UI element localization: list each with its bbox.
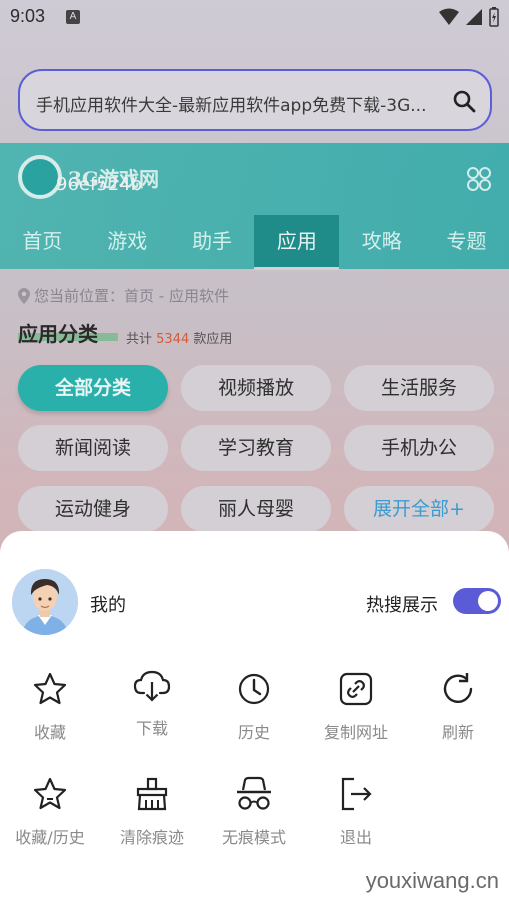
- menu-clear-traces[interactable]: 清除痕迹: [102, 776, 202, 848]
- count-number: 5344: [156, 332, 190, 347]
- chip-mother-baby[interactable]: 丽人母婴: [181, 486, 331, 532]
- avatar-illustration: [12, 569, 78, 635]
- nav-tab-topics[interactable]: 专题: [424, 215, 509, 270]
- grid-menu-icon[interactable]: [465, 165, 493, 193]
- location-pin-icon: [18, 287, 30, 304]
- count-suffix: 款应用: [193, 332, 233, 347]
- chip-office[interactable]: 手机办公: [344, 425, 494, 471]
- menu-label: 收藏: [33, 723, 66, 742]
- menu-label: 退出: [339, 828, 372, 847]
- menu-favorites-history[interactable]: 收藏/历史: [0, 776, 100, 848]
- nav-tab-games[interactable]: 游戏: [85, 215, 170, 270]
- menu-label: 刷新: [441, 723, 474, 742]
- hot-search-toggle[interactable]: [453, 588, 501, 614]
- nav-tab-guides[interactable]: 攻略: [339, 215, 424, 270]
- overlay-id-text: 96ef524b: [56, 174, 143, 195]
- menu-exit[interactable]: 退出: [306, 776, 406, 848]
- star-icon: [33, 672, 67, 705]
- category-count: 共计 5344 款应用: [126, 328, 232, 347]
- menu-label: 历史: [237, 723, 270, 742]
- status-bar: 9:03 A: [0, 0, 509, 36]
- menu-label: 复制网址: [323, 723, 388, 742]
- menu-incognito[interactable]: 无痕模式: [204, 776, 304, 848]
- chip-life-service[interactable]: 生活服务: [344, 365, 494, 411]
- breadcrumb: 您当前位置：首页 - 应用软件: [18, 285, 229, 306]
- category-title: 应用分类: [18, 322, 98, 346]
- nav-tab-apps[interactable]: 应用: [254, 215, 340, 270]
- nav-tab-helper[interactable]: 助手: [170, 215, 255, 270]
- url-text: 手机应用软件大全-最新应用软件app免费下载-3G...: [36, 96, 427, 116]
- chip-education[interactable]: 学习教育: [181, 425, 331, 471]
- refresh-icon: [443, 673, 473, 703]
- battery-icon: [489, 7, 499, 27]
- count-prefix: 共计: [126, 332, 153, 347]
- chip-news[interactable]: 新闻阅读: [18, 425, 168, 471]
- notification-a-icon: A: [66, 10, 80, 24]
- site-nav: 首页 游戏 助手 应用 攻略 专题: [0, 215, 509, 270]
- status-icons: [439, 7, 499, 27]
- avatar[interactable]: [12, 569, 78, 635]
- incognito-icon: [237, 776, 271, 810]
- menu-label: 收藏/历史: [15, 828, 85, 847]
- menu-label: 下载: [135, 719, 168, 738]
- chip-expand-all[interactable]: 展开全部+: [344, 486, 494, 532]
- nav-tab-home[interactable]: 首页: [0, 215, 85, 270]
- watermark-text: youxiwang.cn: [365, 868, 499, 893]
- chip-video[interactable]: 视频播放: [181, 365, 331, 411]
- link-icon: [339, 672, 373, 706]
- chip-all-categories[interactable]: 全部分类: [18, 365, 168, 411]
- my-profile-label[interactable]: 我的: [90, 591, 126, 617]
- chip-sports[interactable]: 运动健身: [18, 486, 168, 532]
- menu-refresh[interactable]: 刷新: [408, 671, 508, 743]
- menu-download[interactable]: 下载: [102, 667, 202, 739]
- wifi-icon: [439, 8, 459, 25]
- menu-label: 清除痕迹: [119, 828, 184, 847]
- menu-favorite[interactable]: 收藏: [0, 671, 100, 743]
- menu-label: 无痕模式: [221, 828, 286, 847]
- clock-icon: [238, 673, 270, 705]
- exit-icon: [341, 777, 372, 811]
- star-box-icon: [33, 777, 67, 810]
- status-time: 9:03: [10, 6, 46, 26]
- broom-icon: [136, 777, 168, 811]
- toggle-knob: [478, 591, 498, 611]
- hot-search-label: 热搜展示: [366, 595, 438, 616]
- cloud-download-icon: [133, 670, 171, 702]
- breadcrumb-text: 您当前位置：首页 - 应用软件: [34, 287, 229, 305]
- browser-menu-sheet: 我的 热搜展示 收藏 下载 历史 复制网址 刷新 收藏/历史 清除痕迹 无痕模式…: [0, 531, 509, 904]
- signal-icon: [466, 9, 482, 25]
- search-icon[interactable]: [452, 89, 476, 113]
- menu-copy-url[interactable]: 复制网址: [306, 671, 406, 743]
- menu-history[interactable]: 历史: [204, 671, 304, 743]
- url-bar[interactable]: 手机应用软件大全-最新应用软件app免费下载-3G...: [18, 69, 492, 131]
